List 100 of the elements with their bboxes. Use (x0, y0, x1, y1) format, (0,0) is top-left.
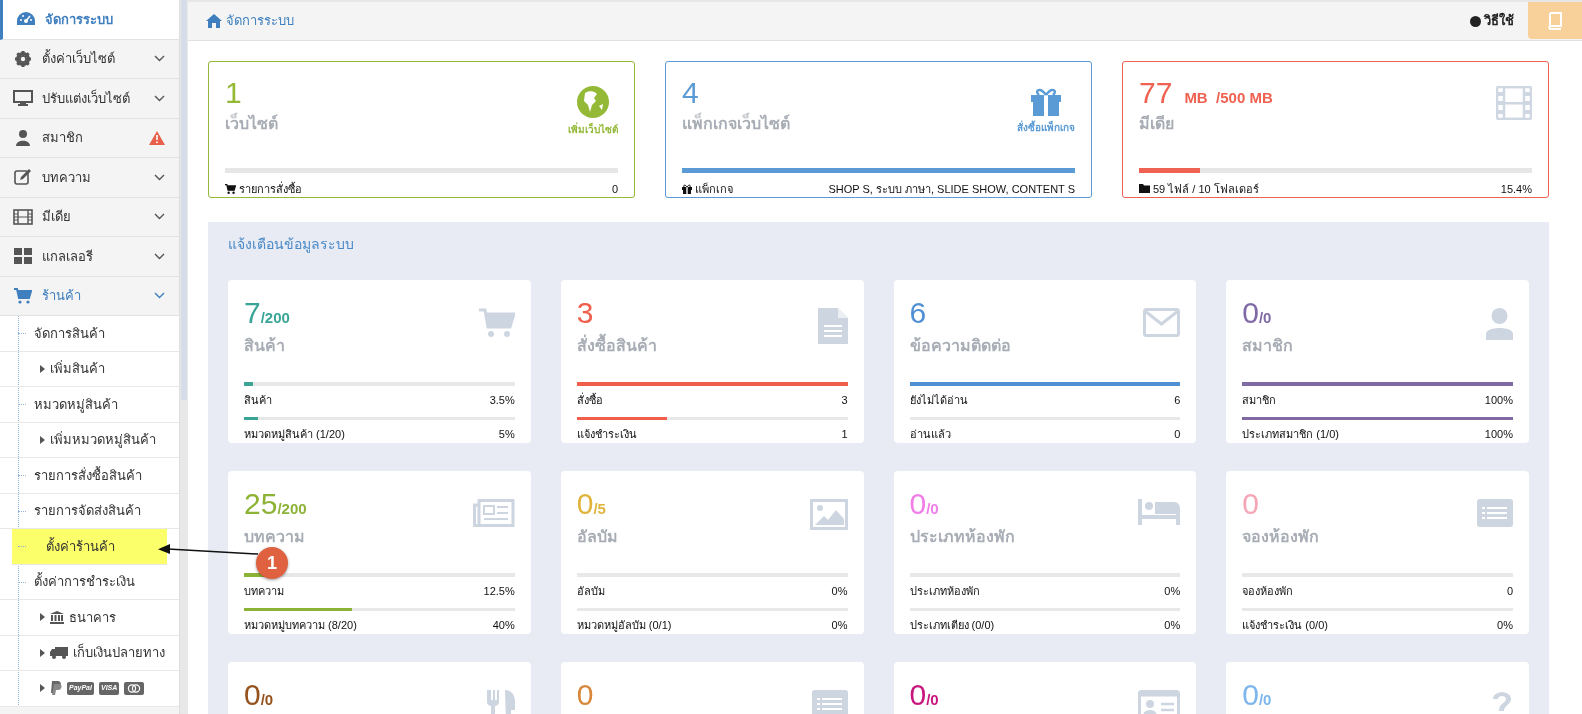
stat-total: /0 (926, 691, 939, 710)
row-label: สมาชิก (1242, 393, 1277, 409)
stat-value: 25 (244, 487, 278, 521)
stat-value: 0 (1242, 678, 1259, 712)
submenu-item[interactable]: เก็บเงินปลายทาง (0, 635, 179, 671)
stat-total: /200 (277, 500, 307, 519)
globe-icon (577, 86, 609, 118)
grid-icon (14, 248, 32, 265)
stat-value: 1 (225, 76, 242, 110)
stat-value: 0 (909, 678, 927, 712)
edit-icon (14, 169, 32, 186)
stat-value: 77 (1139, 76, 1173, 110)
sidebar-item[interactable]: จัดการระบบ (0, 0, 179, 40)
breadcrumb-link[interactable]: จัดการระบบ (226, 11, 294, 31)
document-icon (817, 308, 848, 344)
stat-total: /200 (260, 309, 290, 328)
submenu-item[interactable]: เพิ่มหมวดหมู่สินค้า (0, 422, 179, 458)
row-label: ประเภทห้องพัก (909, 584, 980, 600)
row-label: หมวดหมู่อัลบัม (0/1) (576, 618, 672, 634)
manual-button[interactable] (1528, 2, 1582, 39)
footer-label: รายการสั่งซื้อ (239, 180, 302, 197)
row-label: แจ้งชำระเงิน (576, 427, 637, 443)
help-link[interactable]: วิธีใช้ (1470, 11, 1514, 31)
row-label: จองห้องพัก (1242, 584, 1294, 600)
row-label: หมวดหมู่บทความ (8/20) (244, 618, 357, 634)
id-card-icon (1138, 690, 1181, 714)
stat-total: /0 (926, 500, 939, 519)
row-value: 1 (841, 427, 848, 443)
book-icon (1547, 11, 1563, 30)
stat-value: 0 (1242, 296, 1259, 330)
scrollbar[interactable] (180, 0, 188, 714)
film-icon (13, 208, 33, 225)
row-value: 100% (1484, 427, 1513, 443)
user-icon (16, 129, 30, 146)
stat-total: /0 (1258, 309, 1272, 328)
submenu-item[interactable]: จัดการสินค้า (0, 316, 179, 352)
footer-value: 0 (611, 181, 618, 197)
footer-value: 15.4% (1500, 181, 1532, 197)
monitor-icon (13, 90, 33, 107)
cart-icon (14, 287, 32, 304)
chevron-icon (154, 252, 165, 260)
caret-icon (40, 684, 45, 693)
caret-icon (40, 364, 45, 373)
submenu-item[interactable]: ตั้งค่าการชำระเงิน (0, 564, 179, 600)
stat-label: ประเภทห้องพัก (909, 527, 1015, 547)
row-value: 100% (1484, 393, 1513, 409)
row-label: ยังไม่ได้อ่าน (909, 393, 968, 409)
stat-unit: MB /500 MB (1184, 88, 1273, 108)
row-value: 0% (831, 584, 848, 600)
submenu-item[interactable]: หมวดหมู่สินค้า (0, 387, 179, 423)
stat-value: 0 (576, 678, 594, 712)
row-value: 0% (1164, 584, 1181, 600)
paypal-icon (50, 680, 62, 696)
row-label: ประเภทสมาชิก (1/0) (1242, 427, 1339, 443)
stat-label: สมาชิก (1242, 336, 1294, 356)
panel-title: แจ้งเตือนข้อมูลระบบ (228, 235, 355, 254)
stat-label: อัลบัม (576, 527, 618, 547)
stat-value: 0 (909, 487, 927, 521)
stat-value: 7 (244, 296, 261, 330)
row-value: 3.5% (489, 393, 515, 409)
cart-icon (478, 308, 515, 338)
row-label: สั่งซื้อ (576, 392, 603, 409)
stat-label: เว็บไซต์ (225, 112, 278, 136)
cart-icon (225, 183, 236, 194)
user-icon (1486, 308, 1513, 340)
film-icon (1496, 86, 1532, 120)
footer-label: แพ็กเกจ (695, 181, 733, 197)
submenu-item[interactable]: รายการสั่งซื้อสินค้า (0, 458, 179, 494)
home-icon (206, 14, 222, 28)
image-icon (809, 499, 848, 530)
stat-label: แพ็กเกจเว็บไซต์ (682, 112, 790, 136)
stat-value: 6 (909, 296, 927, 330)
card-logo-icon (124, 681, 145, 695)
row-value: 12.5% (483, 584, 515, 600)
row-label: อ่านแล้ว (909, 427, 951, 443)
row-label: หมวดหมู่สินค้า (1/20) (244, 427, 345, 443)
row-label: สินค้า (244, 393, 272, 409)
list-icon (1477, 499, 1513, 527)
row-value: 0% (831, 618, 848, 634)
stat-value: 0 (1242, 487, 1259, 521)
gift-icon (1030, 86, 1062, 116)
utensils-icon (484, 690, 515, 714)
row-label: ประเภทเตียง (0/0) (909, 618, 995, 634)
stat-label: สินค้า (244, 336, 286, 356)
bank-icon (50, 610, 64, 624)
stat-value: 0 (576, 487, 594, 521)
submenu-item[interactable]: เพิ่มสินค้า (0, 351, 179, 387)
submenu-item[interactable]: ตั้งค่าร้านค้า (12, 529, 167, 565)
truck-icon (50, 646, 68, 659)
row-value: 0% (1497, 618, 1513, 634)
stat-value: 0 (244, 678, 261, 712)
chevron-icon (154, 292, 165, 300)
gear-icon (15, 50, 31, 67)
row-value: 40% (492, 618, 515, 634)
chevron-icon (154, 173, 165, 181)
submenu-item[interactable]: ธนาคาร (0, 600, 179, 636)
row-label: บทความ (244, 584, 284, 600)
row-value: 0 (1506, 584, 1513, 600)
row-value: 5% (498, 427, 515, 443)
stat-value: 4 (682, 76, 699, 110)
